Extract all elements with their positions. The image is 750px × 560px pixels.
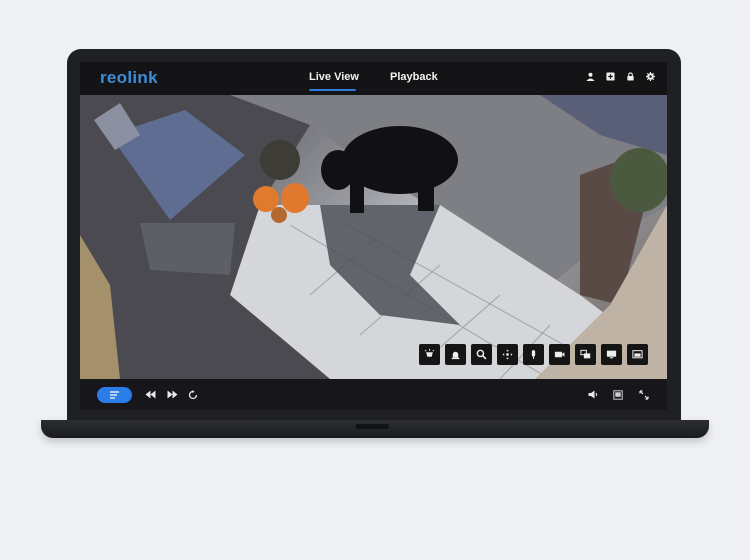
reolink-logo: reolink: [100, 68, 158, 87]
add-device-icon[interactable]: [606, 72, 615, 81]
microphone-button[interactable]: [523, 344, 544, 365]
user-icon[interactable]: [586, 72, 595, 81]
record-video-icon: [554, 351, 565, 358]
bottom-control-bar: [80, 379, 667, 410]
snapshot-icon: [580, 349, 591, 359]
screen-layout-icon[interactable]: [613, 390, 623, 400]
plant-pot: [271, 207, 287, 223]
lock-icon[interactable]: [626, 72, 635, 81]
bear-leg: [418, 175, 434, 211]
microphone-icon: [531, 350, 536, 359]
menu-list-button[interactable]: [97, 387, 132, 403]
live-video-feed[interactable]: [80, 95, 667, 379]
cast-screen-button[interactable]: [627, 344, 648, 365]
pumpkin: [281, 183, 309, 213]
menu-list-icon: [110, 391, 119, 399]
rewind-icon[interactable]: [145, 390, 156, 399]
tab-playback[interactable]: Playback: [390, 71, 438, 83]
settings-gear-icon[interactable]: [646, 72, 655, 81]
zoom-magnifier-icon: [476, 349, 487, 360]
potted-plant: [260, 140, 300, 180]
laptop-notch: [356, 424, 389, 429]
fullscreen-icon[interactable]: [639, 390, 649, 400]
volume-icon[interactable]: [588, 390, 599, 399]
patio-chair-2: [140, 223, 235, 275]
cast-screen-icon: [632, 350, 643, 359]
live-view-controls: [419, 344, 648, 365]
app-window: reolink Live View Playback: [80, 62, 667, 410]
ptz-move-icon: [502, 349, 513, 360]
top-navigation-bar: reolink Live View Playback: [80, 62, 667, 95]
zoom-button[interactable]: [471, 344, 492, 365]
laptop-base: [41, 420, 709, 438]
tab-live-view[interactable]: Live View: [309, 71, 359, 83]
active-tab-indicator: [309, 89, 356, 91]
display-mode-button[interactable]: [601, 344, 622, 365]
siren-bell-icon: [451, 351, 460, 360]
spotlight-icon: [424, 349, 435, 357]
record-button[interactable]: [549, 344, 570, 365]
bear-head: [321, 150, 355, 190]
ptz-button[interactable]: [497, 344, 518, 365]
fast-forward-icon[interactable]: [167, 390, 178, 399]
siren-button[interactable]: [445, 344, 466, 365]
camera-scene: [80, 95, 667, 379]
bear-leg: [350, 175, 364, 213]
display-mode-icon: [606, 350, 617, 359]
refresh-icon[interactable]: [188, 390, 198, 400]
spotlight-button[interactable]: [419, 344, 440, 365]
snapshot-button[interactable]: [575, 344, 596, 365]
